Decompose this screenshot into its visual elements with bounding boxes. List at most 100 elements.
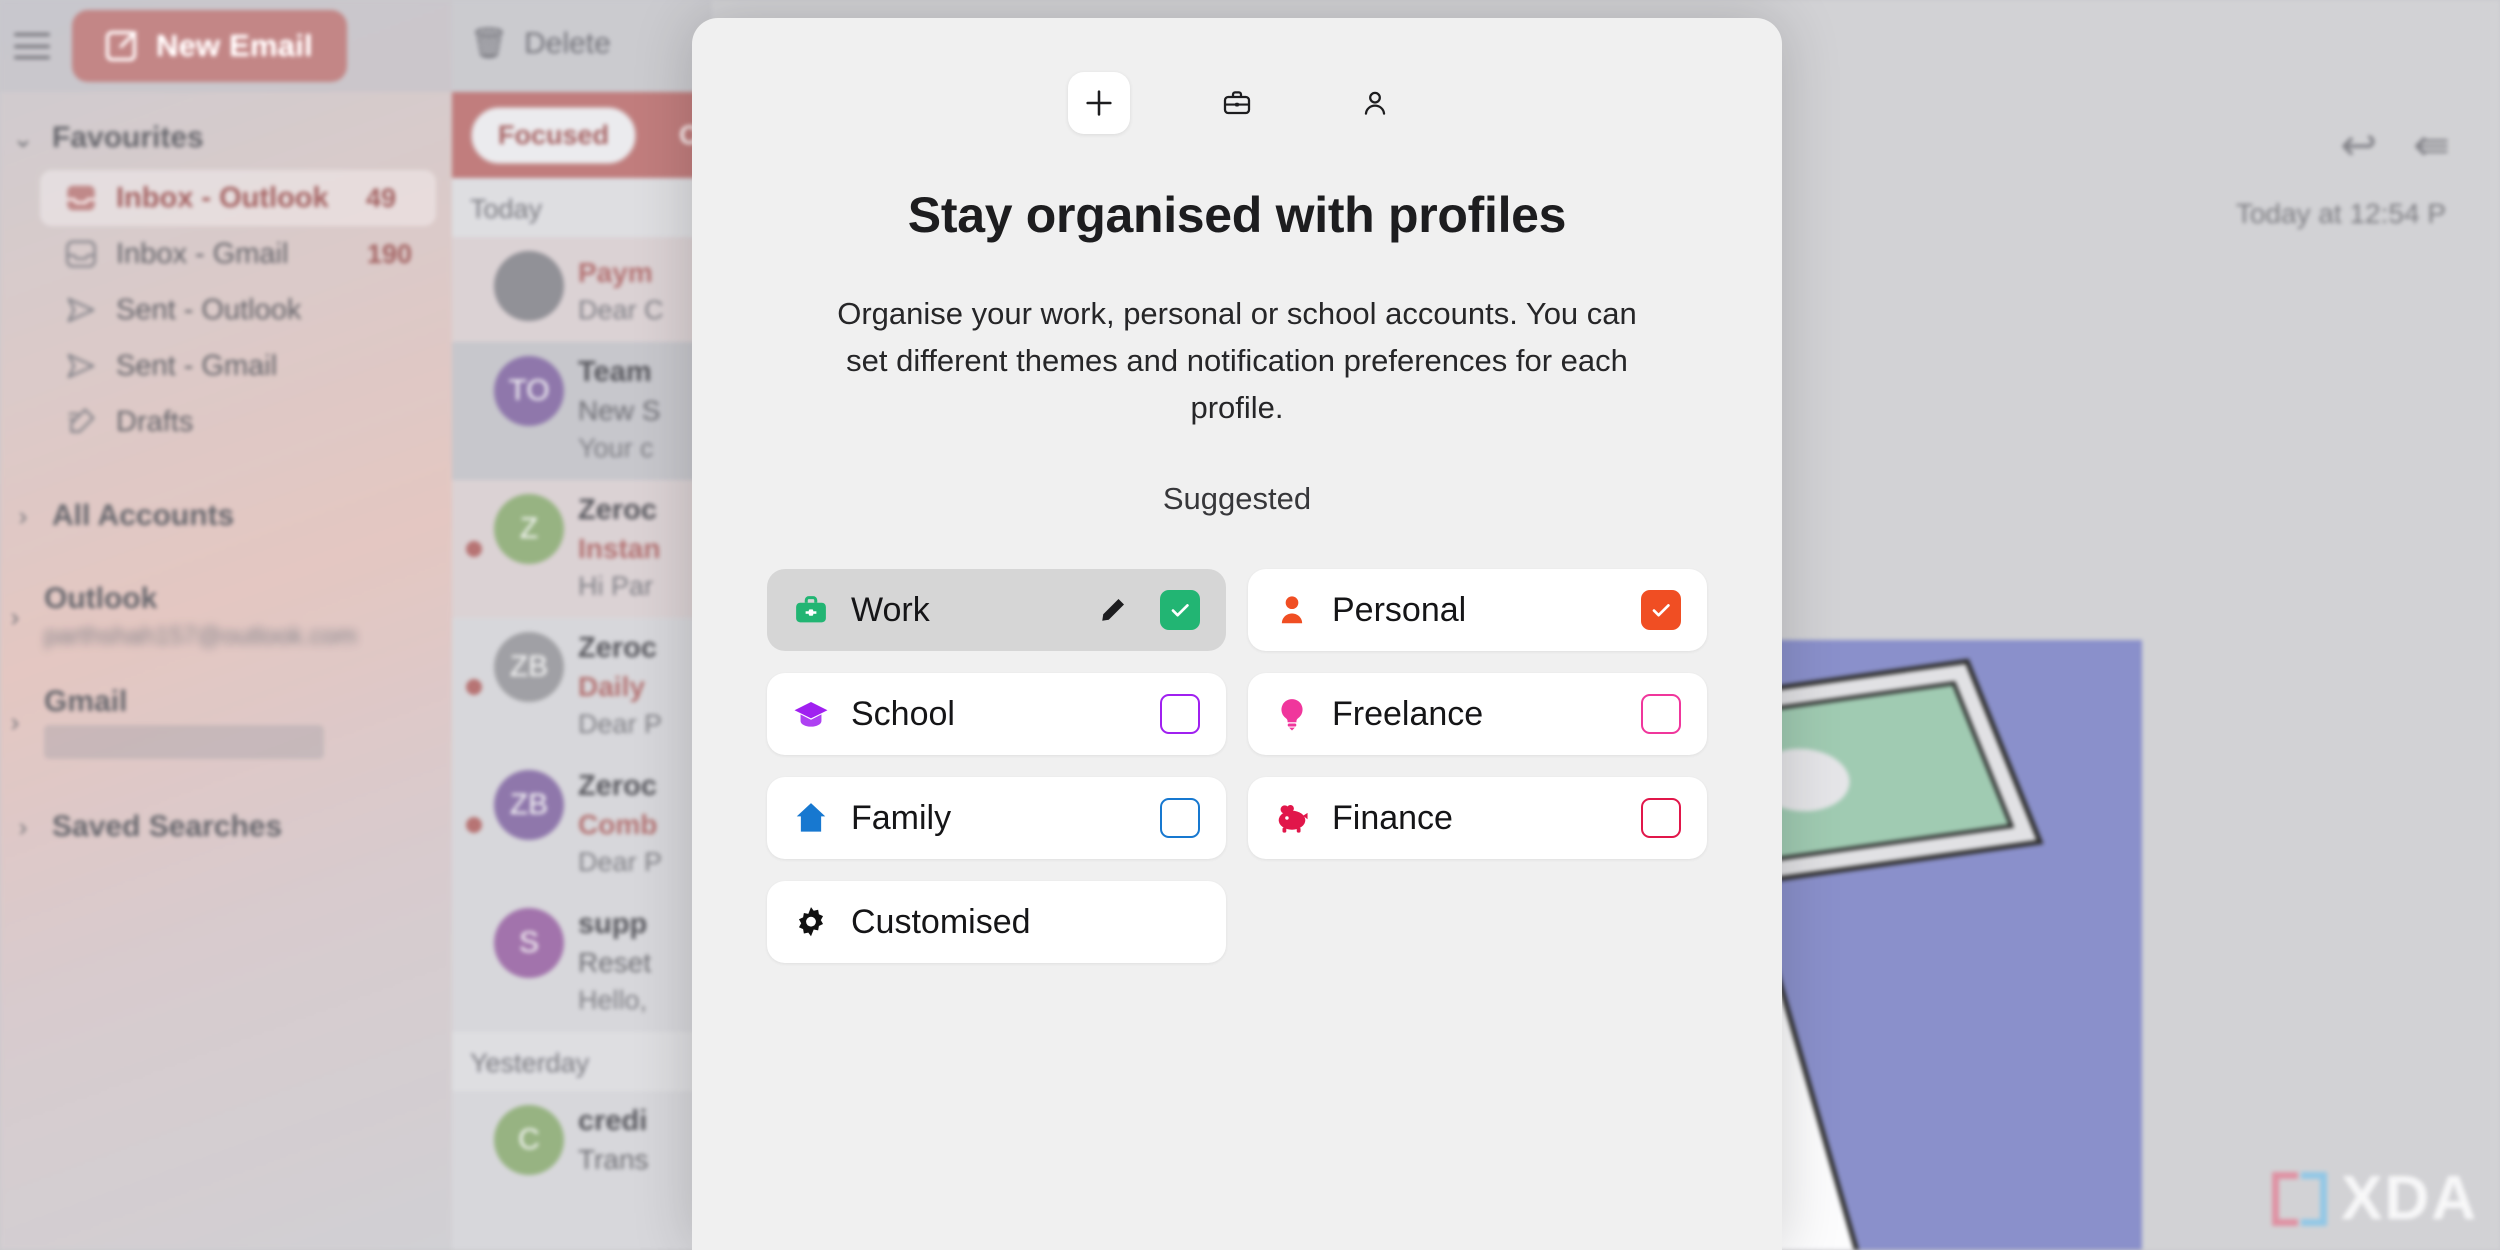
profile-checkbox[interactable] xyxy=(1160,694,1200,735)
reply-all-icon[interactable]: ⇚ xyxy=(2413,120,2450,171)
profile-label: Freelance xyxy=(1332,694,1484,733)
focus-tabs: Focused O xyxy=(452,92,712,178)
sidebar-section-saved-searches[interactable]: › Saved Searches xyxy=(0,795,452,859)
home-icon xyxy=(791,798,831,838)
profile-card-customised[interactable]: Customised xyxy=(767,881,1226,964)
inbox-filled-icon xyxy=(64,183,98,213)
email-subject: Instan xyxy=(578,533,661,564)
sidebar-item-inbox-outlook[interactable]: Inbox - Outlook 49 xyxy=(40,170,436,226)
chevron-right-icon: › xyxy=(10,707,20,737)
sidebar-account-gmail[interactable]: › Gmail xyxy=(0,685,452,759)
group-header-today: Today xyxy=(452,178,712,237)
reply-icon[interactable]: ↩ xyxy=(2340,120,2377,171)
trash-icon: 🗑 xyxy=(470,27,509,60)
chevron-down-icon: ⌄ xyxy=(12,123,34,153)
email-list-item[interactable]: Ccredi Trans xyxy=(452,1091,712,1198)
profile-label: School xyxy=(851,694,955,733)
send-icon xyxy=(64,351,98,381)
sidebar-item-drafts[interactable]: Drafts xyxy=(0,394,452,450)
email-preview: Dear P xyxy=(578,847,663,877)
compose-icon xyxy=(106,31,136,61)
email-list-item[interactable]: ZB Zeroc Daily Dear P xyxy=(452,618,712,756)
email-list-item[interactable]: Ssupp Reset Hello, xyxy=(452,894,712,1032)
tab-focused[interactable]: Focused xyxy=(470,105,638,165)
sidebar-item-label: Sent - Outlook xyxy=(116,293,302,326)
email-list-item[interactable]: ZB Zeroc Comb Dear P xyxy=(452,756,712,894)
sidebar-item-count: 49 xyxy=(365,182,396,213)
sidebar-item-list: Inbox - Outlook 49 Inbox - Gmail 190 Sent - … xyxy=(0,170,452,450)
avatar: Z xyxy=(494,494,564,564)
email-sender: Zeroc xyxy=(578,770,657,802)
email-subject: Trans xyxy=(578,1144,649,1175)
dialog-toolbar xyxy=(1068,72,1406,134)
profile-card-freelance[interactable]: Freelance xyxy=(1248,673,1707,756)
sidebar-item-label: Sent - Gmail xyxy=(116,349,278,382)
list-toolbar: 🗑 Delete xyxy=(452,0,712,92)
work-profile-button[interactable] xyxy=(1206,72,1268,134)
profile-label: Customised xyxy=(851,902,1031,941)
new-email-button[interactable]: New Email xyxy=(72,10,347,82)
outlook-email: parthshah157@outlook.com xyxy=(44,622,358,650)
email-list-item[interactable]: TO Team New S Your c xyxy=(452,342,712,480)
email-sender: Zeroc xyxy=(578,632,657,664)
gear-icon xyxy=(791,902,831,942)
plus-icon xyxy=(1086,90,1112,116)
xda-watermark: XDA xyxy=(2272,1163,2478,1234)
email-list-column: 🗑 Delete Focused O Today Paym Dear C TO Team… xyxy=(452,0,712,1250)
avatar: ZB xyxy=(494,632,564,702)
profile-card-family[interactable]: Family xyxy=(767,777,1226,860)
profile-checkbox[interactable] xyxy=(1641,798,1681,839)
delete-label: Delete xyxy=(524,26,611,60)
profile-card-personal[interactable]: Personal xyxy=(1248,569,1707,652)
chevron-right-icon: › xyxy=(18,812,28,842)
person-icon xyxy=(1364,91,1386,115)
avatar: S xyxy=(494,908,564,978)
briefcase-icon xyxy=(1223,91,1251,115)
profile-card-finance[interactable]: Finance xyxy=(1248,777,1707,860)
hamburger-icon[interactable] xyxy=(14,33,50,59)
sidebar-section-all-accounts[interactable]: › All Accounts xyxy=(0,484,452,548)
email-subject: Comb xyxy=(578,809,658,840)
profile-card-work[interactable]: Work xyxy=(767,569,1226,652)
sidebar: New Email ⌄ Favourites Inbox - Outlook 49… xyxy=(0,0,452,1250)
profile-card-school[interactable]: School xyxy=(767,673,1226,756)
add-profile-button[interactable] xyxy=(1068,72,1130,134)
dialog-title: Stay organised with profiles xyxy=(907,187,1567,243)
email-sender: credi xyxy=(578,1105,648,1137)
avatar: TO xyxy=(494,356,564,426)
profiles-dialog: Stay organised with profiles Organise yo… xyxy=(692,18,1782,1250)
piggy-bank-icon xyxy=(1272,798,1312,838)
favourites-label: Favourites xyxy=(52,121,204,154)
sidebar-section-favourites[interactable]: ⌄ Favourites xyxy=(0,106,452,170)
sidebar-item-sent-outlook[interactable]: Sent - Outlook xyxy=(0,282,452,338)
sidebar-account-outlook[interactable]: › Outlook parthshah157@outlook.com xyxy=(0,582,452,651)
xda-bracket-icon xyxy=(2272,1171,2328,1226)
sidebar-item-inbox-gmail[interactable]: Inbox - Gmail 190 xyxy=(0,226,452,282)
profile-checkbox[interactable] xyxy=(1641,590,1681,631)
all-accounts-label: All Accounts xyxy=(52,499,235,532)
email-sender: Team xyxy=(578,356,652,388)
profile-checkbox[interactable] xyxy=(1160,798,1200,839)
account-button[interactable] xyxy=(1344,72,1406,134)
graduation-cap-icon xyxy=(791,694,831,734)
email-timestamp: Today at 12:54 P xyxy=(2235,198,2446,229)
email-subject: Daily xyxy=(578,671,645,702)
send-icon xyxy=(64,295,98,325)
avatar: ZB xyxy=(494,770,564,840)
email-list-item[interactable]: Paym Dear C xyxy=(452,237,712,342)
profile-checkbox[interactable] xyxy=(1641,694,1681,735)
sidebar-item-sent-gmail[interactable]: Sent - Gmail xyxy=(0,338,452,394)
chevron-right-icon: › xyxy=(10,601,20,632)
email-list-item[interactable]: Z Zeroc Instan Hi Par xyxy=(452,480,712,618)
briefcase-icon xyxy=(791,590,831,630)
new-email-label: New Email xyxy=(156,28,313,63)
profile-checkbox[interactable] xyxy=(1160,590,1200,631)
edit-pencil-icon[interactable] xyxy=(1096,593,1130,627)
person-icon xyxy=(1272,590,1312,630)
gmail-email-redacted xyxy=(44,725,324,759)
sidebar-item-label: Drafts xyxy=(116,405,194,438)
email-preview: Dear C xyxy=(578,295,664,325)
sidebar-item-label: Inbox - Gmail xyxy=(116,237,289,270)
inbox-icon xyxy=(64,239,98,269)
suggested-label: Suggested xyxy=(1162,481,1312,517)
